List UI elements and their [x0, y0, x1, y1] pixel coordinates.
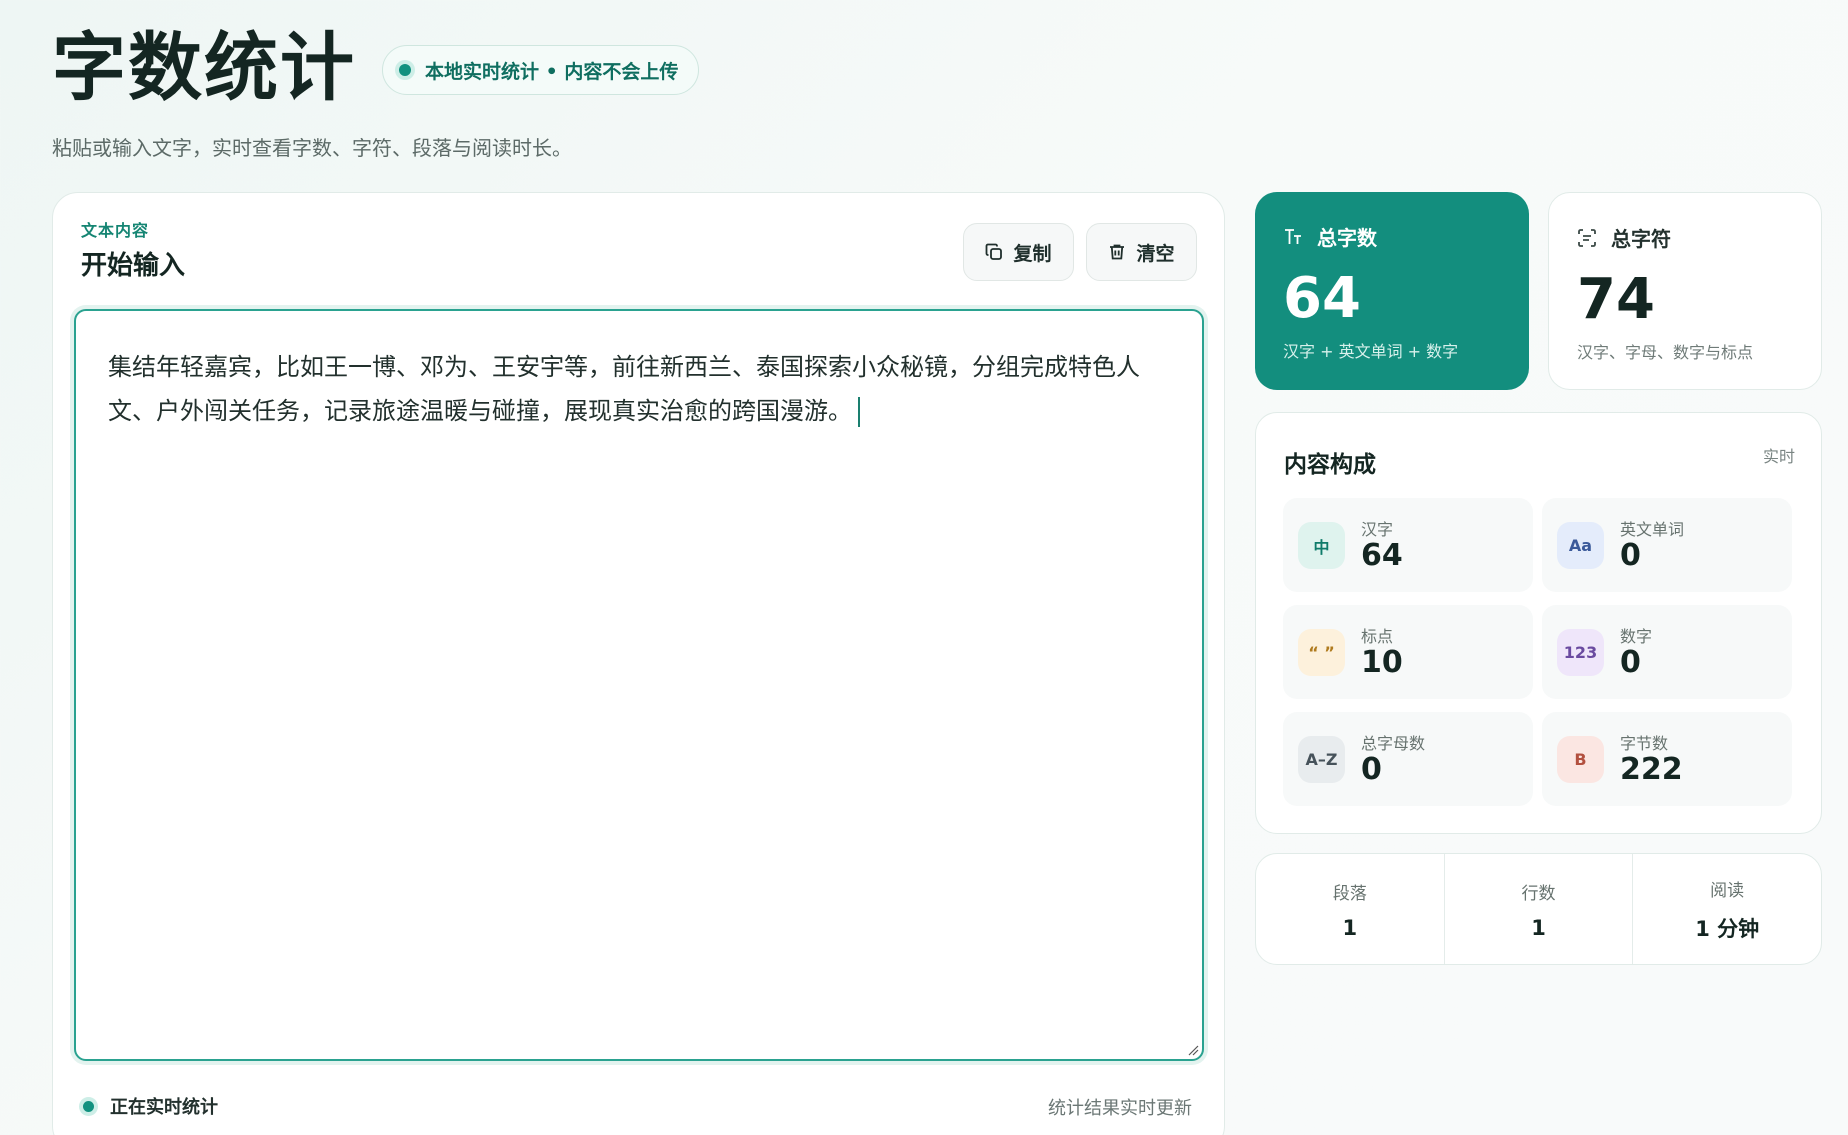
composition-item-bytes: B 字节数 222 [1542, 712, 1792, 806]
copy-icon [986, 243, 1003, 260]
status-dot-icon [399, 64, 411, 76]
composition-grid: 中 汉字 64 Aa 英文单词 0 “ ” 标点 10 123 数字 0 A–Z… [1283, 498, 1792, 806]
live-dot-icon [83, 1100, 94, 1112]
composition-item-value: 222 [1620, 752, 1683, 787]
total-chars-label: 总字符 [1611, 227, 1671, 251]
total-chars-value: 74 [1577, 267, 1655, 332]
scan-text-icon [1578, 228, 1596, 247]
meta-lines: 行数 1 [1443, 854, 1633, 964]
meta-label: 段落 [1332, 883, 1367, 904]
composition-item-label: 标点 [1361, 627, 1394, 646]
meta-value: 1 [1531, 915, 1546, 940]
bytes-icon: B [1557, 736, 1604, 783]
composition-item-value: 0 [1620, 538, 1641, 573]
page-title: 字数统计 [52, 25, 356, 111]
total-chars-card: 总字符 74 汉字、字母、数字与标点 [1548, 192, 1822, 390]
editor-heading: 开始输入 [81, 251, 186, 281]
editor-eyebrow: 文本内容 [81, 221, 150, 240]
resize-handle-icon[interactable] [1187, 1044, 1199, 1056]
privacy-badge-text: 本地实时统计 • 内容不会上传 [425, 60, 679, 83]
total-words-value: 64 [1283, 266, 1361, 331]
meta-paragraphs: 段落 1 [1256, 854, 1444, 964]
copy-button[interactable]: 复制 [963, 223, 1074, 281]
total-words-label-row: 总字数 [1283, 222, 1377, 251]
live-status-text: 正在实时统计 [110, 1097, 218, 1118]
composition-item-label: 数字 [1620, 627, 1653, 646]
meta-value: 1 分钟 [1695, 916, 1760, 941]
clear-button-label: 清空 [1136, 242, 1175, 265]
text-input-area[interactable]: 集结年轻嘉宾，比如王一博、邓为、王安宇等，前往新西兰、泰国探索小众秘镜，分组完成… [74, 309, 1204, 1061]
editor-card: 文本内容 开始输入 复制 清空 集结年轻嘉宾，比如王一博、邓为、王安宇等，前往新… [52, 192, 1225, 1135]
meta-reading-time: 阅读 1 分钟 [1632, 854, 1821, 964]
composition-item-label: 英文单词 [1620, 520, 1685, 539]
composition-item-label: 字节数 [1620, 734, 1669, 753]
total-words-label: 总字数 [1317, 226, 1377, 250]
total-chars-desc: 汉字、字母、数字与标点 [1577, 343, 1754, 362]
number-icon: 123 [1557, 629, 1604, 676]
english-icon: Aa [1557, 522, 1604, 569]
trash-icon [1110, 244, 1125, 260]
text-content: 集结年轻嘉宾，比如王一博、邓为、王安宇等，前往新西兰、泰国探索小众秘镜，分组完成… [108, 353, 1140, 425]
composition-card: 内容构成 实时 中 汉字 64 Aa 英文单词 0 “ ” 标点 10 123 … [1255, 412, 1822, 834]
text-caret [858, 397, 860, 427]
page-subtitle: 粘贴或输入文字，实时查看字数、字符、段落与阅读时长。 [52, 136, 572, 160]
composition-item-value: 0 [1620, 645, 1641, 680]
total-words-card: 总字数 64 汉字 + 英文单词 + 数字 [1255, 192, 1529, 390]
composition-item-value: 0 [1361, 752, 1382, 787]
meta-stats-card: 段落 1 行数 1 阅读 1 分钟 [1255, 853, 1822, 965]
letters-icon: A–Z [1298, 736, 1345, 783]
meta-label: 阅读 [1710, 880, 1745, 901]
composition-item-punctuation: “ ” 标点 10 [1283, 605, 1533, 699]
composition-item-value: 10 [1361, 645, 1403, 680]
hanzi-icon: 中 [1298, 522, 1345, 569]
total-chars-label-row: 总字符 [1577, 223, 1671, 252]
composition-item-english: Aa 英文单词 0 [1542, 498, 1792, 592]
composition-item-label: 汉字 [1361, 520, 1394, 539]
update-note: 统计结果实时更新 [1048, 1098, 1192, 1119]
composition-title: 内容构成 [1284, 452, 1376, 478]
title-row: 字数统计 本地实时统计 • 内容不会上传 [52, 24, 700, 112]
composition-item-letters: A–Z 总字母数 0 [1283, 712, 1533, 806]
text-size-icon [1285, 228, 1301, 244]
composition-item-hanzi: 中 汉字 64 [1283, 498, 1533, 592]
copy-button-label: 复制 [1013, 242, 1052, 265]
live-status: 正在实时统计 [83, 1093, 218, 1119]
total-words-desc: 汉字 + 英文单词 + 数字 [1283, 342, 1459, 361]
punctuation-icon: “ ” [1298, 629, 1345, 676]
meta-value: 1 [1342, 915, 1358, 940]
composition-item-numbers: 123 数字 0 [1542, 605, 1792, 699]
composition-realtime-tag: 实时 [1762, 447, 1795, 466]
privacy-badge: 本地实时统计 • 内容不会上传 [382, 45, 700, 95]
composition-item-label: 总字母数 [1361, 734, 1426, 753]
meta-label: 行数 [1521, 883, 1556, 904]
clear-button[interactable]: 清空 [1086, 223, 1197, 281]
page-header: 字数统计 本地实时统计 • 内容不会上传 粘贴或输入文字，实时查看字数、字符、段… [52, 24, 700, 161]
composition-item-value: 64 [1361, 538, 1403, 573]
